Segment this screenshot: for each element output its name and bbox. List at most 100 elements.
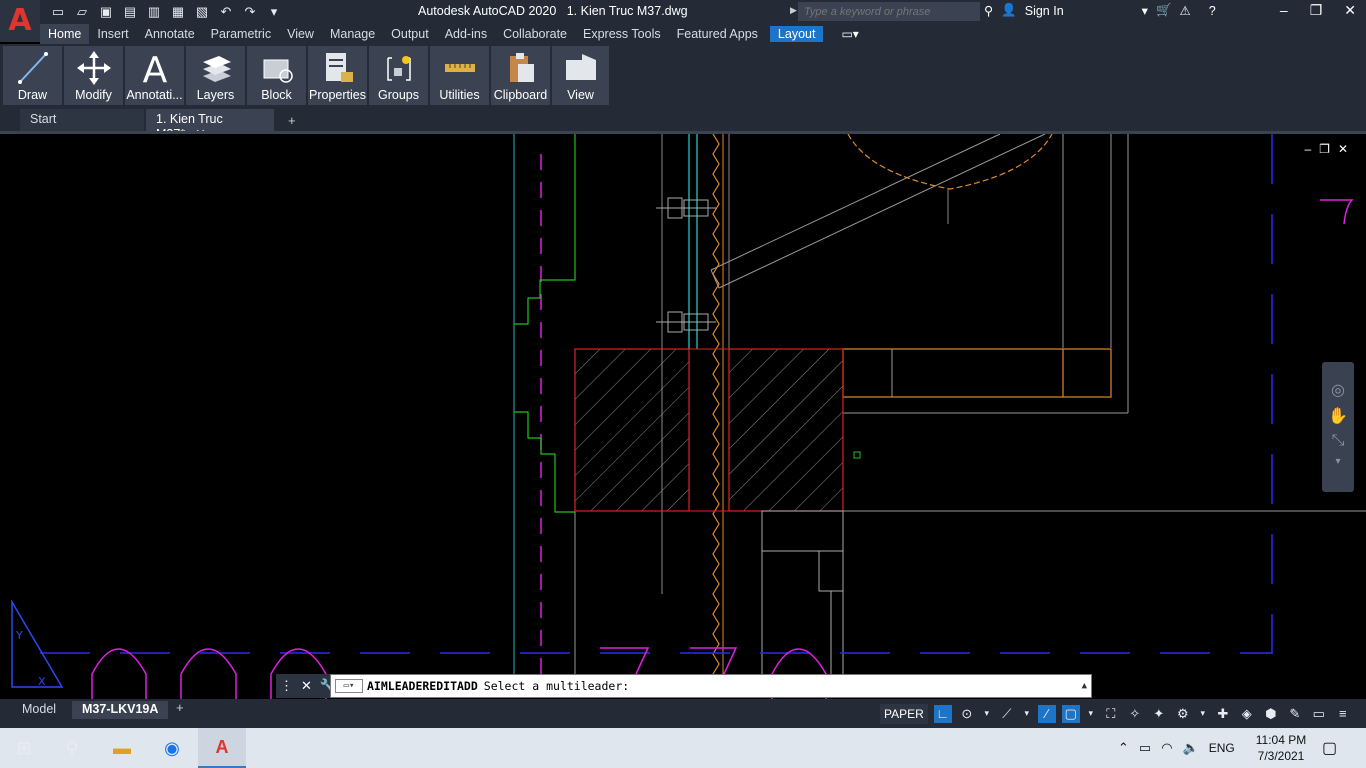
autocad-taskbar-icon[interactable]: A bbox=[198, 728, 246, 768]
auto-scale-icon[interactable]: ✦ bbox=[1150, 705, 1168, 723]
tab-layout[interactable]: Layout bbox=[769, 26, 824, 42]
panel-annotation[interactable]: A Annotati... bbox=[125, 46, 184, 105]
tab-view[interactable]: View bbox=[279, 24, 322, 44]
osnap-tracking-icon[interactable]: ⟋ bbox=[998, 705, 1016, 723]
minimize-icon[interactable]: – bbox=[1280, 2, 1288, 19]
command-line-grip[interactable]: ⋮ ✕ 🔧 bbox=[276, 674, 336, 698]
hardware-acceleration-icon[interactable]: ⬢ bbox=[1262, 705, 1280, 723]
tab-annotate[interactable]: Annotate bbox=[137, 24, 203, 44]
taskbar-clock[interactable]: 11:04 PM 7/3/2021 bbox=[1252, 732, 1310, 764]
selection-cycling-icon[interactable]: ▢ bbox=[1061, 704, 1080, 723]
panel-modify[interactable]: Modify bbox=[64, 46, 123, 105]
workspace-dropdown-icon[interactable]: ▾ bbox=[1198, 705, 1208, 723]
chrome-icon[interactable]: ◉ bbox=[148, 728, 196, 768]
battery-icon[interactable]: ▭ bbox=[1139, 740, 1151, 756]
panel-layers[interactable]: Layers bbox=[186, 46, 245, 105]
viewport-minimize-icon[interactable]: – bbox=[1304, 142, 1311, 156]
new-icon[interactable]: ▭ bbox=[48, 2, 68, 22]
polar-dropdown-icon[interactable]: ▾ bbox=[982, 705, 992, 723]
paper-space-toggle[interactable]: PAPER bbox=[880, 703, 928, 724]
save-as-icon[interactable]: ▤ bbox=[120, 2, 140, 22]
a360-icon[interactable]: ⚠ bbox=[1180, 3, 1191, 18]
tab-document[interactable]: 1. Kien Truc M37*✕ bbox=[146, 109, 274, 141]
search-expand-icon[interactable]: ▶ bbox=[790, 5, 797, 16]
grip-icon[interactable]: ⋮ bbox=[280, 678, 293, 694]
cart-icon[interactable]: 🛒 bbox=[1156, 3, 1172, 18]
wifi-icon[interactable]: ◠ bbox=[1161, 740, 1172, 756]
panel-clipboard[interactable]: Clipboard bbox=[491, 46, 550, 105]
status-menu-icon[interactable]: ≡ bbox=[1334, 705, 1352, 723]
new-layout-icon[interactable]: + bbox=[176, 700, 184, 715]
tray-overflow-icon[interactable]: ⌃ bbox=[1118, 740, 1129, 756]
panel-utilities[interactable]: Utilities bbox=[430, 46, 489, 105]
annotation-scale-icon[interactable]: ⛶ bbox=[1102, 705, 1120, 723]
clean-screen-icon[interactable]: ✎ bbox=[1286, 705, 1304, 723]
notifications-icon[interactable]: ▢ bbox=[1322, 738, 1337, 758]
zoom-extents-icon[interactable]: ⤡ bbox=[1332, 432, 1345, 450]
lineweight-icon[interactable]: ⁄ bbox=[1037, 704, 1056, 723]
search-box[interactable] bbox=[798, 2, 980, 21]
viewport-restore-icon[interactable]: ❐ bbox=[1319, 142, 1330, 156]
open-icon[interactable]: ▱ bbox=[72, 2, 92, 22]
save-web-icon[interactable]: ▦ bbox=[168, 2, 188, 22]
qat-dropdown-icon[interactable]: ▾ bbox=[264, 2, 284, 22]
annotation-visibility-icon[interactable]: ✧ bbox=[1126, 705, 1144, 723]
panel-block[interactable]: Block bbox=[247, 46, 306, 105]
navbar-more-icon[interactable]: ▾ bbox=[1335, 456, 1340, 467]
new-tab-icon[interactable]: + bbox=[288, 113, 296, 128]
volume-icon[interactable]: 🔈 bbox=[1183, 740, 1199, 756]
undo-icon[interactable]: ↶ bbox=[216, 2, 236, 22]
tab-home[interactable]: Home bbox=[40, 24, 90, 44]
viewport-close-icon[interactable]: ✕ bbox=[1338, 142, 1348, 156]
tab-manage[interactable]: Manage bbox=[322, 24, 383, 44]
tab-insert[interactable]: Insert bbox=[89, 24, 136, 44]
drawing-canvas[interactable]: Y X bbox=[0, 133, 1366, 699]
pan-icon[interactable]: ✋ bbox=[1328, 406, 1348, 426]
steering-wheel-icon[interactable]: ◎ bbox=[1331, 380, 1345, 400]
help-icon[interactable]: ? bbox=[1209, 4, 1216, 18]
tab-start[interactable]: Start bbox=[20, 109, 144, 131]
user-icon[interactable]: 👤 bbox=[1001, 3, 1017, 18]
tab-featured-apps[interactable]: Featured Apps bbox=[669, 24, 766, 44]
application-menu-button[interactable]: A bbox=[0, 0, 40, 42]
command-history-icon[interactable]: ▲ bbox=[1082, 681, 1087, 691]
plot-icon[interactable]: ▧ bbox=[192, 2, 212, 22]
redo-icon[interactable]: ↷ bbox=[240, 2, 260, 22]
tab-collaborate[interactable]: Collaborate bbox=[495, 24, 575, 44]
restore-icon[interactable]: ❐ bbox=[1310, 2, 1323, 19]
save-icon[interactable]: ▣ bbox=[96, 2, 116, 22]
panel-draw[interactable]: Draw bbox=[3, 46, 62, 105]
command-close-icon[interactable]: ✕ bbox=[301, 678, 312, 694]
command-input[interactable]: ▭▾ AIMLEADEREDITADD Select a multileader… bbox=[330, 674, 1092, 698]
tab-parametric[interactable]: Parametric bbox=[203, 24, 279, 44]
tab-express-tools[interactable]: Express Tools bbox=[575, 24, 669, 44]
tab-layout-sheet[interactable]: M37-LKV19A bbox=[72, 701, 169, 719]
binoculars-icon[interactable]: ⚲ bbox=[984, 3, 993, 18]
windows-start-icon[interactable]: ⊞ bbox=[0, 728, 48, 768]
customization-icon[interactable]: ▭ bbox=[1310, 705, 1328, 723]
tab-model[interactable]: Model bbox=[12, 701, 66, 719]
polar-icon[interactable]: ⊙ bbox=[958, 705, 976, 723]
tab-output[interactable]: Output bbox=[383, 24, 437, 44]
sign-in-link[interactable]: Sign In bbox=[1025, 4, 1064, 18]
plus-icon[interactable]: ✚ bbox=[1214, 705, 1232, 723]
drawing-viewport[interactable]: Y X bbox=[0, 133, 1366, 699]
ribbon-minimize-icon[interactable]: ▭▾ bbox=[841, 27, 858, 41]
selection-dropdown-icon[interactable]: ▾ bbox=[1086, 705, 1096, 723]
panel-properties[interactable]: Properties bbox=[308, 46, 367, 105]
panel-groups[interactable]: Groups bbox=[369, 46, 428, 105]
taskbar-search-icon[interactable]: ⚲ bbox=[48, 728, 96, 768]
language-indicator[interactable]: ENG bbox=[1209, 741, 1235, 755]
ortho-icon[interactable]: ∟ bbox=[933, 704, 952, 723]
sign-in-dropdown-icon[interactable]: ▾ bbox=[1142, 3, 1148, 18]
open-web-icon[interactable]: ▥ bbox=[144, 2, 164, 22]
command-prompt-icon[interactable]: ▭▾ bbox=[335, 679, 363, 693]
isolate-objects-icon[interactable]: ◈ bbox=[1238, 705, 1256, 723]
workspace-gear-icon[interactable]: ⚙ bbox=[1174, 705, 1192, 723]
tab-add-ins[interactable]: Add-ins bbox=[437, 24, 495, 44]
osnap-dropdown-icon[interactable]: ▾ bbox=[1022, 705, 1032, 723]
file-explorer-icon[interactable]: ▬ bbox=[98, 728, 146, 768]
panel-view[interactable]: View bbox=[552, 46, 609, 105]
close-icon[interactable]: ✕ bbox=[1344, 2, 1356, 19]
search-input[interactable] bbox=[804, 5, 974, 18]
